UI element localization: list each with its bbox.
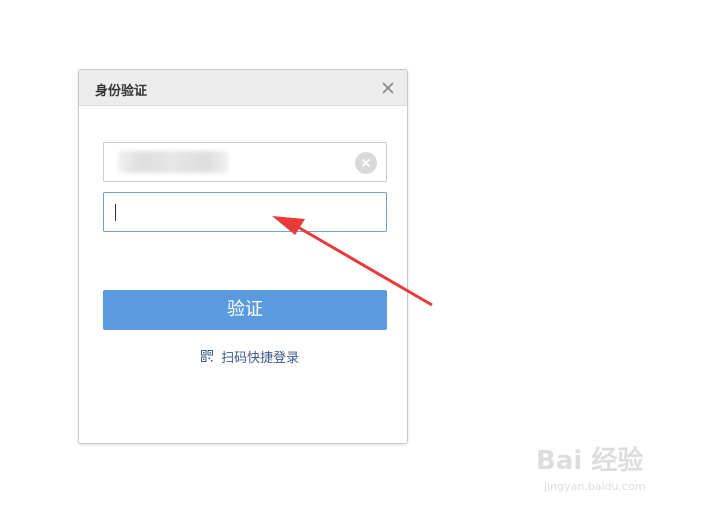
identity-verification-dialog: 身份验证 验证 扫码快捷登录	[78, 69, 408, 444]
account-input[interactable]	[103, 142, 387, 182]
password-input[interactable]	[103, 192, 387, 232]
watermark-brand: Bai 经验	[536, 446, 644, 476]
close-icon[interactable]	[381, 80, 395, 94]
dialog-title: 身份验证	[95, 84, 148, 99]
qr-quick-login-link[interactable]: 扫码快捷登录	[201, 347, 300, 366]
text-caret	[115, 204, 116, 221]
qr-login-label: 扫码快捷登录	[221, 351, 300, 366]
clear-circle-x-icon[interactable]	[355, 152, 377, 174]
account-value-obscured	[118, 151, 228, 173]
qr-code-icon	[201, 349, 213, 362]
verify-button[interactable]: 验证	[103, 290, 387, 330]
watermark-url: jingyan.baidu.com	[544, 480, 646, 493]
dialog-header: 身份验证	[79, 70, 407, 106]
baidu-jingyan-watermark: Bai 经验 jingyan.baidu.com	[536, 440, 676, 500]
